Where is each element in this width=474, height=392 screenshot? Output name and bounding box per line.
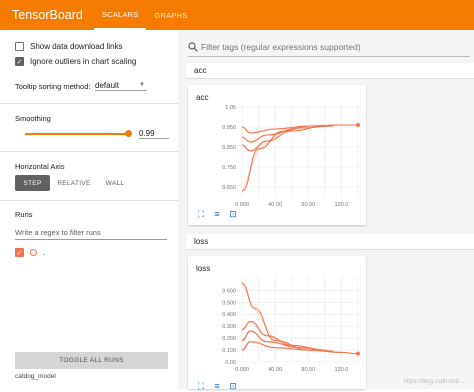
y-tick-label: 0.650 <box>222 185 236 191</box>
x-tick-label: 120.0 <box>335 367 349 373</box>
tab-graphs[interactable]: GRAPHS <box>146 0 195 30</box>
group-header-label: loss <box>194 237 209 246</box>
toggle-all-runs-button[interactable]: TOGGLE ALL RUNS <box>15 352 168 369</box>
x-tick-label: 80.00 <box>301 367 315 373</box>
tooltip-sorting-value: default <box>95 81 120 90</box>
y-tick-label: 0.200 <box>222 336 236 342</box>
acc-chart[interactable]: 0.650 0.750 0.850 0.950 1.05 0.000 40.00 80.00 1… <box>188 85 366 225</box>
sidebar-divider <box>0 103 178 104</box>
dropdown-arrow-icon: ▼ <box>139 82 145 88</box>
x-tick-label: 0.000 <box>235 202 249 208</box>
runs-label: Runs <box>15 210 33 219</box>
tooltip-sorting-label: Tooltip sorting method: <box>15 82 91 91</box>
data-table-icon[interactable]: ≡ <box>212 381 222 391</box>
chart-card-acc: acc 0.650 0.750 0.850 0.950 1.05 0.000 40.00 80… <box>188 85 366 225</box>
x-tick-label: 120.0 <box>335 202 349 208</box>
show-download-row[interactable]: Show data download links <box>15 42 123 51</box>
y-tick-label: 0.750 <box>222 165 236 171</box>
series-line <box>241 320 325 351</box>
run-checkbox[interactable]: ✓ <box>15 248 24 257</box>
run-item-label: . <box>43 248 46 257</box>
smoothing-label: Smoothing <box>15 114 51 123</box>
run-color-circle-icon <box>30 249 37 256</box>
loss-chart[interactable]: 0.00 0.100 0.200 0.300 0.400 0.500 0.600 0.000 4… <box>188 256 366 389</box>
run-directory-label: catdog_model <box>15 373 56 380</box>
y-tick-label: 1.05 <box>225 105 236 111</box>
fit-domain-icon[interactable]: ⊡ <box>228 381 238 391</box>
group-header-acc[interactable]: acc <box>186 63 474 79</box>
horizontal-axis-label: Horizontal Axis <box>15 162 65 171</box>
tag-filter[interactable]: Filter tags (regular expressions support… <box>188 40 470 54</box>
chart-card-loss: loss 0.00 0.100 0.200 0.300 0.400 0.500 0.600 0… <box>188 256 366 392</box>
smoothing-value-input[interactable]: 0.99 <box>139 129 169 139</box>
x-tick-label: 0.000 <box>235 367 249 373</box>
card-toolbar: ⛶ ≡ ⊡ <box>196 381 238 392</box>
smoothing-slider-track[interactable] <box>25 133 128 135</box>
fullscreen-icon[interactable]: ⛶ <box>196 381 206 391</box>
ignore-outliers-checkbox[interactable]: ✓ <box>15 57 24 66</box>
tooltip-sorting-select[interactable]: default ▼ <box>95 81 147 91</box>
card-toolbar: ⛶ ≡ ⊡ <box>196 209 238 220</box>
y-tick-label: 0.500 <box>222 300 236 306</box>
sidebar-divider <box>0 151 178 152</box>
show-download-label: Show data download links <box>30 42 123 51</box>
ignore-outliers-label: Ignore outliers in chart scaling <box>30 57 137 66</box>
axis-wall-button[interactable]: WALL <box>98 175 132 191</box>
y-tick-label: 0.400 <box>222 312 236 318</box>
checkmark-icon: ✓ <box>16 249 23 257</box>
checkmark-icon: ✓ <box>16 58 23 66</box>
y-tick-label: 0.850 <box>222 145 236 151</box>
sidebar: Show data download links ✓ Ignore outlie… <box>0 30 178 389</box>
tag-filter-underline <box>188 56 470 57</box>
runs-filter-placeholder: Write a regex to filter runs <box>15 228 101 237</box>
y-tick-label: 0.600 <box>222 288 236 294</box>
smoothing-value: 0.99 <box>139 129 155 138</box>
y-tick-label: 0.950 <box>222 125 236 131</box>
y-tick-label: 0.300 <box>222 324 236 330</box>
watermark-text: https://blog.csdn.net/... <box>403 379 464 385</box>
sidebar-divider <box>0 200 178 201</box>
runs-filter-input[interactable]: Write a regex to filter runs <box>15 228 167 240</box>
main-content: Filter tags (regular expressions support… <box>178 30 474 392</box>
smoothing-slider-thumb[interactable] <box>125 130 132 137</box>
series-line <box>241 124 358 192</box>
x-tick-label: 40.00 <box>268 367 282 373</box>
tab-scalars[interactable]: SCALARS <box>94 0 147 30</box>
axis-relative-button[interactable]: RELATIVE <box>54 175 94 191</box>
fullscreen-icon[interactable]: ⛶ <box>196 209 206 219</box>
search-icon <box>188 42 198 52</box>
series-line-raw <box>241 320 325 351</box>
series-end-marker <box>356 123 360 127</box>
x-tick-label: 40.00 <box>268 202 282 208</box>
data-table-icon[interactable]: ≡ <box>212 209 222 219</box>
y-tick-label: 0.00 <box>225 360 236 366</box>
x-tick-label: 80.00 <box>301 202 315 208</box>
tag-filter-placeholder: Filter tags (regular expressions support… <box>201 42 361 52</box>
axis-step-button[interactable]: STEP <box>15 175 50 191</box>
app-title: TensorBoard <box>12 8 83 22</box>
group-header-loss[interactable]: loss <box>186 234 474 250</box>
series-line-raw <box>241 124 358 192</box>
show-download-checkbox[interactable] <box>15 42 24 51</box>
fit-domain-icon[interactable]: ⊡ <box>228 209 238 219</box>
ignore-outliers-row[interactable]: ✓ Ignore outliers in chart scaling <box>15 57 136 66</box>
top-app-bar: TensorBoard SCALARS GRAPHS <box>0 0 474 30</box>
group-header-label: acc <box>194 66 207 75</box>
series-end-marker <box>356 351 360 356</box>
run-item[interactable]: ✓ . <box>15 248 45 257</box>
y-tick-label: 0.100 <box>222 348 236 354</box>
